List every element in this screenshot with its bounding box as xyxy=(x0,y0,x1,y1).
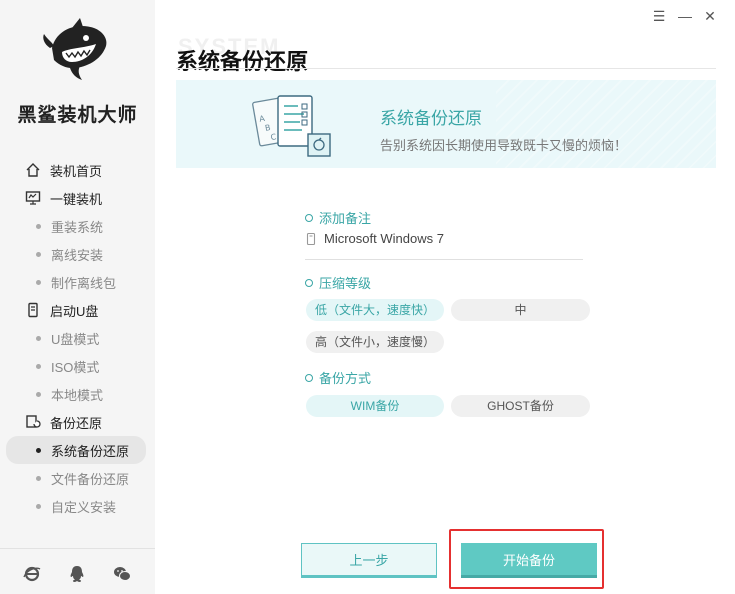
compression-option-low[interactable]: 低（文件大，速度快） xyxy=(306,299,444,321)
bullet-icon xyxy=(36,223,41,229)
usb-icon xyxy=(24,301,42,319)
bullet-icon xyxy=(36,475,41,481)
bullet-icon xyxy=(36,363,41,369)
title-divider xyxy=(176,68,716,69)
sidebar: 黑鲨装机大师 装机首页 一键装机 重装系统 离线安装 制作离线包 启动U盘 U盘… xyxy=(0,0,155,594)
sidebar-section-label: 启动U盘 xyxy=(50,303,99,319)
bullet-icon xyxy=(36,447,41,453)
ie-browser-icon[interactable] xyxy=(23,565,41,583)
sidebar-section-label: 备份还原 xyxy=(50,415,103,431)
monitor-icon xyxy=(24,189,42,207)
wechat-icon[interactable] xyxy=(113,565,131,583)
sidebar-item-label: ISO模式 xyxy=(51,359,100,375)
note-underline xyxy=(305,259,583,260)
sidebar-footer xyxy=(0,548,155,594)
banner-pattern xyxy=(496,80,716,168)
banner-subtitle: 告别系统因长期使用导致既卡又慢的烦恼！ xyxy=(380,138,628,153)
sidebar-item-file-backup[interactable]: 文件备份还原 xyxy=(0,464,155,492)
sidebar-item-system-backup[interactable]: 系统备份还原 xyxy=(6,436,146,464)
bullet-icon xyxy=(36,503,41,509)
bullet-icon xyxy=(36,251,41,257)
backup-method-label-text: 备份方式 xyxy=(319,371,372,386)
backup-method-ghost[interactable]: GHOST备份 xyxy=(451,395,590,417)
sidebar-item-label: 自定义安装 xyxy=(51,499,117,515)
sidebar-section-home[interactable]: 装机首页 xyxy=(0,156,155,184)
circle-bullet-icon xyxy=(305,278,313,287)
compression-option-high[interactable]: 高（文件小，速度慢） xyxy=(306,331,444,353)
sidebar-section-backup[interactable]: 备份还原 xyxy=(0,408,155,436)
sidebar-section-usb[interactable]: 启动U盘 xyxy=(0,296,155,324)
shark-logo-icon xyxy=(43,18,107,80)
sidebar-item-local-mode[interactable]: 本地模式 xyxy=(0,380,155,408)
backup-icon xyxy=(24,413,42,431)
document-backup-illustration-icon: A B C xyxy=(252,95,331,157)
sidebar-item-usb-mode[interactable]: U盘模式 xyxy=(0,324,155,352)
sidebar-item-label: 文件备份还原 xyxy=(51,471,130,487)
paperclip-icon xyxy=(306,232,316,245)
bullet-icon xyxy=(36,335,41,341)
menu-icon[interactable]: ☰ xyxy=(651,8,667,25)
home-icon xyxy=(24,161,42,179)
circle-bullet-icon xyxy=(305,373,313,382)
sidebar-item-label: 离线安装 xyxy=(51,247,104,263)
app-logo: 黑鲨装机大师 xyxy=(0,18,155,126)
note-label: 添加备注 xyxy=(305,208,371,227)
sidebar-item-label: U盘模式 xyxy=(51,331,100,347)
annotation-highlight-box xyxy=(449,529,604,589)
feature-banner: A B C 系统备份还原 告别系统因长期使用导致既卡又慢的烦恼！ xyxy=(176,80,716,168)
sidebar-section-install[interactable]: 一键装机 xyxy=(0,184,155,212)
note-label-text: 添加备注 xyxy=(319,211,372,226)
app-name: 黑鲨装机大师 xyxy=(17,105,138,126)
page-title: 系统备份还原 xyxy=(176,49,309,74)
sidebar-item-make-offline-pack[interactable]: 制作离线包 xyxy=(0,268,155,296)
minimize-icon[interactable]: — xyxy=(677,8,693,24)
sidebar-item-iso-mode[interactable]: ISO模式 xyxy=(0,352,155,380)
qq-icon[interactable] xyxy=(68,565,86,583)
sidebar-item-custom-install[interactable]: 自定义安装 xyxy=(0,492,155,520)
sidebar-item-label: 本地模式 xyxy=(51,387,104,403)
bullet-icon xyxy=(36,279,41,285)
sidebar-item-label: 系统备份还原 xyxy=(51,443,130,459)
bullet-icon xyxy=(36,391,41,397)
sidebar-item-offline-install[interactable]: 离线安装 xyxy=(0,240,155,268)
previous-step-button[interactable]: 上一步 xyxy=(301,543,437,578)
sidebar-item-reinstall[interactable]: 重装系统 xyxy=(0,212,155,240)
sidebar-item-label: 重装系统 xyxy=(51,219,104,235)
sidebar-nav: 装机首页 一键装机 重装系统 离线安装 制作离线包 启动U盘 U盘模式 ISO模… xyxy=(0,156,155,520)
sidebar-item-label: 制作离线包 xyxy=(51,275,117,291)
note-field[interactable]: Microsoft Windows 7 xyxy=(306,231,444,246)
backup-method-label: 备份方式 xyxy=(305,368,371,387)
sidebar-section-label: 一键装机 xyxy=(50,191,103,207)
close-icon[interactable]: ✕ xyxy=(702,8,718,25)
sidebar-section-label: 装机首页 xyxy=(50,163,103,179)
circle-bullet-icon xyxy=(305,213,313,222)
note-input[interactable]: Microsoft Windows 7 xyxy=(324,231,444,246)
backup-method-wim[interactable]: WIM备份 xyxy=(306,395,444,417)
compression-label-text: 压缩等级 xyxy=(319,276,372,291)
compression-option-medium[interactable]: 中 xyxy=(451,299,590,321)
compression-label: 压缩等级 xyxy=(305,273,371,292)
banner-title: 系统备份还原 xyxy=(380,109,482,128)
